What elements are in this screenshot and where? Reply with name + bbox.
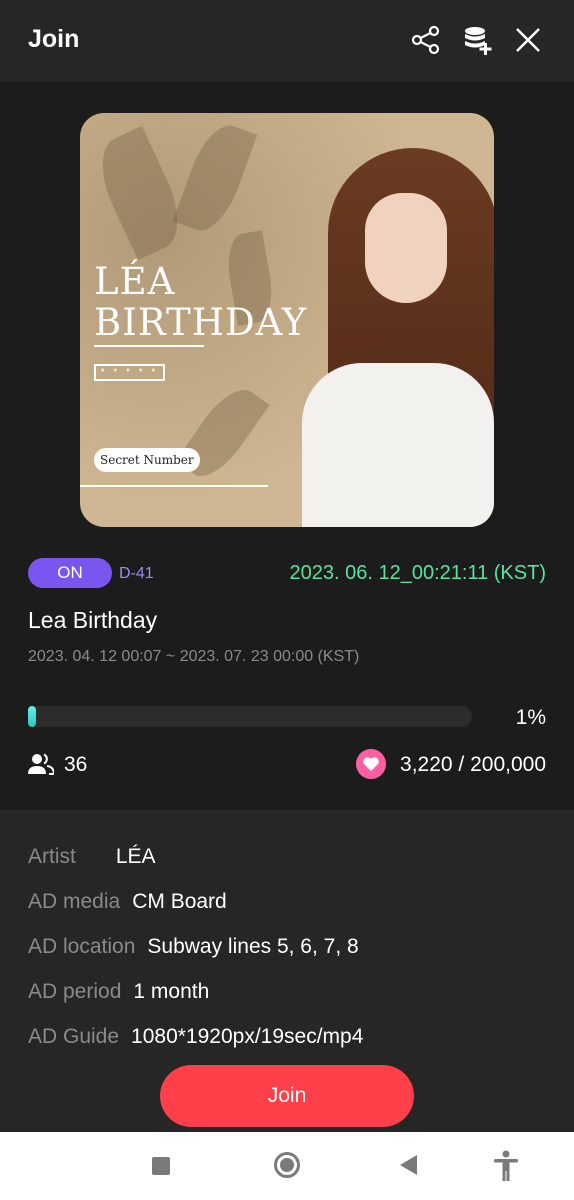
detail-value: CM Board	[132, 890, 227, 913]
join-button[interactable]: Join	[160, 1065, 414, 1127]
detail-row-ad-location: AD location Subway lines 5, 6, 7, 8	[28, 935, 359, 959]
close-icon[interactable]	[510, 22, 546, 58]
share-icon[interactable]	[408, 22, 444, 58]
page-title: Join	[28, 25, 80, 53]
progress-percent: 1%	[515, 706, 546, 729]
poster-group-badge: Secret Number	[94, 448, 200, 472]
poster-bottom-line	[80, 485, 268, 487]
accessibility-icon[interactable]	[492, 1150, 520, 1182]
like-count: 3,220 / 200,000	[400, 753, 546, 776]
detail-value: LÉA	[115, 845, 156, 868]
portrait-face	[365, 193, 447, 303]
status-badge: ON	[28, 558, 112, 588]
event-period: 2023. 04. 12 00:07 ~ 2023. 07. 23 00:00 …	[28, 648, 360, 665]
event-poster-image: LÉA BIRTHDAY * * * * * Secret Number	[80, 113, 494, 527]
detail-row-ad-guide: AD Guide 1080*1920px/19sec/mp4	[28, 1025, 363, 1049]
database-add-icon[interactable]	[460, 22, 496, 58]
progress-fill	[28, 706, 36, 727]
detail-row-ad-period: AD period 1 month	[28, 980, 209, 1004]
detail-row-artist: Artist LÉA	[28, 845, 156, 869]
poster-title: LÉA BIRTHDAY	[94, 260, 308, 344]
detail-row-ad-media: AD media CM Board	[28, 890, 227, 914]
participant-count: 36	[64, 753, 88, 776]
current-timestamp: 2023. 06. 12_00:21:11 (KST)	[289, 562, 546, 584]
recent-apps-icon[interactable]	[152, 1157, 170, 1175]
dday-label: D-41	[119, 565, 154, 582]
event-title: Lea Birthday	[28, 607, 158, 633]
back-icon[interactable]	[400, 1155, 417, 1175]
detail-value: 1080*1920px/19sec/mp4	[131, 1025, 364, 1048]
top-bar: Join	[0, 0, 574, 82]
home-icon[interactable]	[274, 1152, 300, 1178]
detail-key: AD Guide	[28, 1025, 120, 1048]
people-icon	[28, 752, 56, 776]
detail-key: AD media	[28, 890, 121, 913]
poster-divider	[94, 345, 204, 347]
detail-key: AD location	[28, 935, 136, 958]
detail-key: Artist	[28, 845, 76, 868]
progress-bar	[28, 706, 472, 727]
detail-key: AD period	[28, 980, 122, 1003]
heart-icon[interactable]	[356, 749, 386, 779]
detail-value: Subway lines 5, 6, 7, 8	[147, 935, 359, 958]
detail-value: 1 month	[133, 980, 210, 1003]
poster-stars: * * * * *	[94, 364, 165, 381]
portrait-shirt	[302, 363, 494, 527]
